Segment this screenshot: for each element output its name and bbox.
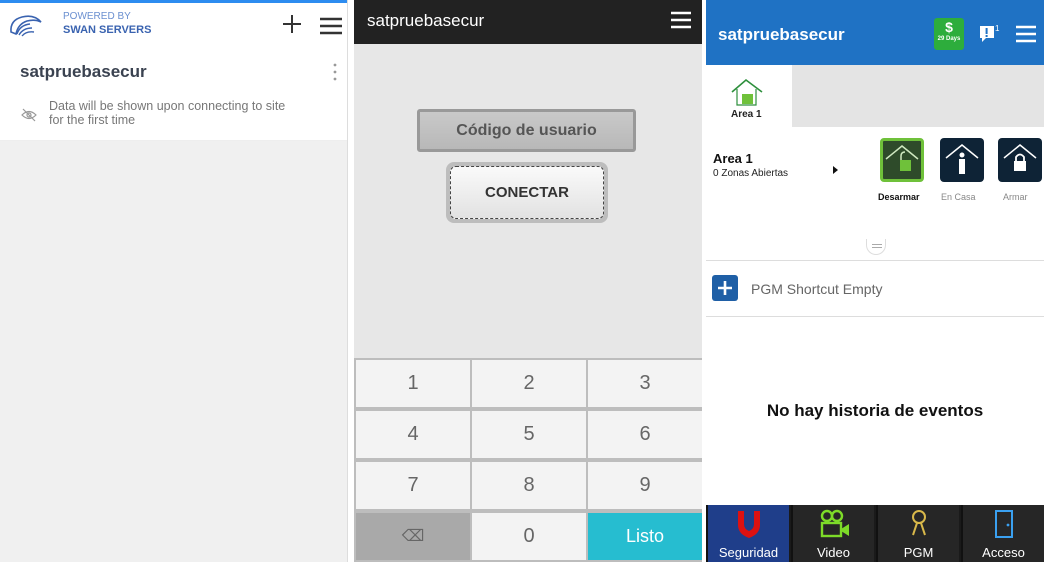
dollar-icon: $ bbox=[945, 19, 953, 35]
subscription-badge[interactable]: $ 29 Days bbox=[934, 18, 964, 50]
powered-by-text: POWERED BY bbox=[63, 11, 131, 22]
site-note: Data will be shown upon connecting to si… bbox=[49, 99, 286, 127]
key-7[interactable]: 7 bbox=[356, 462, 470, 509]
connect-button[interactable]: CONECTAR bbox=[446, 162, 608, 223]
area-tabs: Area 1 bbox=[706, 65, 1044, 127]
key-2[interactable]: 2 bbox=[472, 360, 586, 407]
tab-label: Area 1 bbox=[731, 109, 762, 120]
key-6[interactable]: 6 bbox=[588, 411, 702, 458]
stay-button[interactable] bbox=[940, 138, 984, 182]
key-5[interactable]: 5 bbox=[472, 411, 586, 458]
nav-label: Video bbox=[816, 545, 850, 560]
connect-label: CONECTAR bbox=[450, 166, 604, 219]
drag-handle[interactable] bbox=[866, 239, 886, 255]
video-camera-icon bbox=[820, 509, 849, 538]
pgm-person-icon bbox=[912, 510, 926, 536]
security-panel: satpruebasecur $ 29 Days 1 Area 1 Area 1… bbox=[706, 0, 1044, 562]
panel-title: satpruebasecur bbox=[718, 25, 845, 44]
nav-access[interactable]: Acceso bbox=[961, 505, 1044, 562]
nav-pgm[interactable]: PGM bbox=[876, 505, 959, 562]
key-3[interactable]: 3 bbox=[588, 360, 702, 407]
hidden-eye-icon bbox=[21, 108, 37, 122]
stay-label: En Casa bbox=[941, 192, 976, 202]
days-remaining: 29 Days bbox=[937, 36, 961, 42]
no-events-text: No hay historia de eventos bbox=[766, 401, 984, 420]
site-card[interactable]: satpruebasecur Data will be shown upon c… bbox=[0, 48, 347, 141]
arm-label: Armar bbox=[1003, 192, 1028, 202]
arm-button[interactable] bbox=[998, 138, 1042, 182]
panel-title: satpruebasecur bbox=[367, 11, 485, 30]
stay-icon bbox=[945, 144, 979, 174]
swan-logo-icon bbox=[10, 15, 42, 37]
arm-icon bbox=[1003, 144, 1037, 171]
pgm-shortcut-text: PGM Shortcut Empty bbox=[751, 281, 883, 297]
sites-panel: POWERED BY SWAN SERVERS satpruebasecur D… bbox=[0, 0, 348, 562]
door-icon bbox=[995, 510, 1013, 538]
menu-icon[interactable] bbox=[319, 17, 343, 35]
backspace-key[interactable]: ⌫ bbox=[356, 513, 470, 560]
add-pgm-icon[interactable] bbox=[712, 275, 738, 301]
top-bar: satpruebasecur $ 29 Days 1 bbox=[706, 0, 1044, 65]
top-bar: satpruebasecur bbox=[354, 0, 702, 44]
area-name: Area 1 bbox=[713, 151, 753, 166]
key-0[interactable]: 0 bbox=[472, 513, 586, 560]
tab-area-1[interactable]: Area 1 bbox=[706, 65, 792, 127]
more-options-icon[interactable] bbox=[332, 62, 338, 82]
nav-label: Acceso bbox=[982, 545, 1025, 560]
numeric-keypad: 1 2 3 4 5 6 7 8 9 ⌫ 0 Listo bbox=[354, 358, 702, 562]
disarm-label: Desarmar bbox=[878, 192, 920, 202]
brand-name: SWAN SERVERS bbox=[63, 24, 152, 36]
divider bbox=[706, 316, 1044, 317]
nav-video[interactable]: Video bbox=[791, 505, 874, 562]
disarm-icon bbox=[885, 145, 919, 171]
nav-label: Seguridad bbox=[718, 545, 779, 560]
key-9[interactable]: 9 bbox=[588, 462, 702, 509]
bottom-nav: Seguridad Video PGM Acceso bbox=[706, 505, 1044, 562]
area-home-icon bbox=[731, 78, 763, 106]
top-bar: POWERED BY SWAN SERVERS bbox=[0, 0, 347, 48]
disarm-button[interactable] bbox=[880, 138, 924, 182]
key-4[interactable]: 4 bbox=[356, 411, 470, 458]
key-8[interactable]: 8 bbox=[472, 462, 586, 509]
site-name: satpruebasecur bbox=[20, 62, 147, 81]
expand-arrow-icon[interactable] bbox=[833, 166, 838, 174]
shield-icon bbox=[738, 511, 760, 538]
nav-label: PGM bbox=[903, 545, 934, 560]
area-zones: 0 Zonas Abiertas bbox=[713, 168, 789, 179]
alert-count: 1 bbox=[995, 24, 1000, 33]
divider bbox=[706, 260, 1044, 261]
alert-icon[interactable]: 1 bbox=[977, 22, 1003, 46]
menu-icon[interactable] bbox=[1015, 25, 1037, 43]
add-site-icon[interactable] bbox=[281, 13, 303, 35]
user-code-field[interactable]: Código de usuario bbox=[417, 109, 636, 152]
key-1[interactable]: 1 bbox=[356, 360, 470, 407]
nav-security[interactable]: Seguridad bbox=[706, 505, 789, 562]
login-panel: satpruebasecur Código de usuario CONECTA… bbox=[354, 0, 702, 562]
menu-icon[interactable] bbox=[670, 11, 692, 29]
done-key[interactable]: Listo bbox=[588, 513, 702, 560]
